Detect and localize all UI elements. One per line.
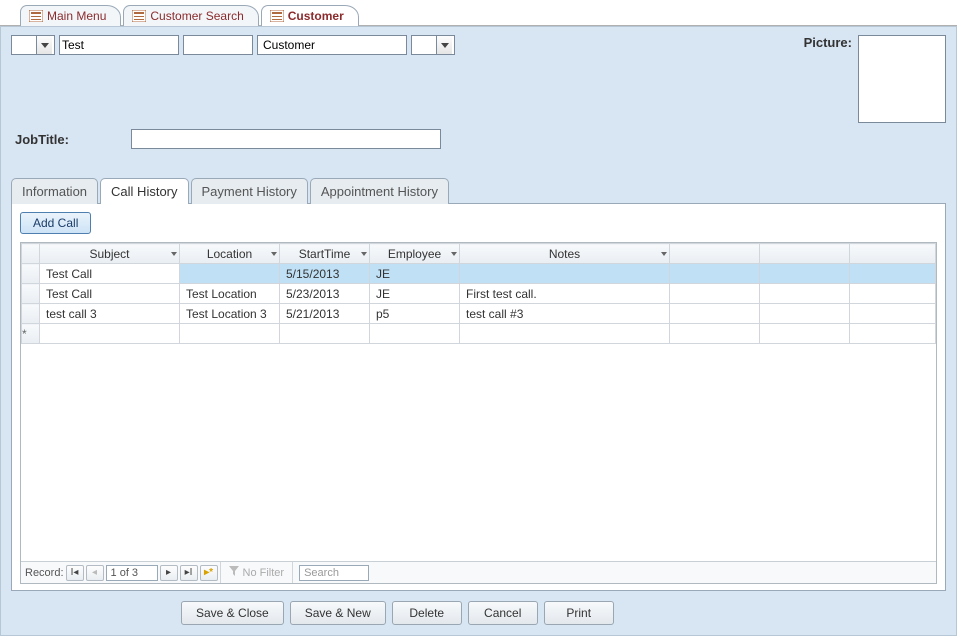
chevron-down-icon[interactable]: [36, 36, 52, 54]
detail-tab-bar: Information Call History Payment History…: [11, 177, 946, 203]
tab-customer[interactable]: Customer: [261, 5, 359, 26]
subtab-payment-history[interactable]: Payment History: [191, 178, 308, 204]
nav-first-button[interactable]: I◂: [66, 565, 84, 581]
record-position[interactable]: 1 of 3: [106, 565, 158, 581]
cell-employee[interactable]: JE: [370, 284, 460, 304]
cell-subject[interactable]: Test Call: [40, 284, 180, 304]
tab-customer-search[interactable]: Customer Search: [123, 5, 258, 26]
col-blank-3[interactable]: [850, 244, 936, 264]
cell-employee[interactable]: JE: [370, 264, 460, 284]
new-row[interactable]: [22, 324, 936, 344]
call-history-grid: Subject Location StartTime Employee Note…: [20, 242, 937, 584]
jobtitle-label: JobTitle:: [15, 132, 69, 147]
nav-next-button[interactable]: ▸: [160, 565, 178, 581]
chevron-down-icon[interactable]: [271, 252, 277, 256]
picture-box[interactable]: [858, 35, 946, 123]
jobtitle-input[interactable]: [131, 129, 441, 149]
filter-indicator[interactable]: No Filter: [220, 562, 294, 583]
last-name-input[interactable]: [260, 36, 404, 54]
record-navigator: Record: I◂ ◂ 1 of 3 ▸ ▸I ▸* No Filter Se…: [21, 561, 936, 583]
cell-starttime[interactable]: 5/23/2013: [280, 284, 370, 304]
print-button[interactable]: Print: [544, 601, 614, 625]
record-label: Record:: [25, 567, 64, 579]
nav-new-button[interactable]: ▸*: [200, 565, 218, 581]
form-icon: [29, 10, 43, 22]
tab-label: Main Menu: [47, 9, 106, 23]
picture-label: Picture:: [804, 35, 852, 50]
cell-notes[interactable]: First test call.: [460, 284, 670, 304]
row-selector[interactable]: [22, 264, 40, 284]
middle-name-input[interactable]: [183, 35, 253, 55]
cancel-button[interactable]: Cancel: [468, 601, 538, 625]
chevron-down-icon[interactable]: [661, 252, 667, 256]
select-all-header[interactable]: [22, 244, 40, 264]
name-fields: [11, 35, 455, 55]
form-icon: [270, 10, 284, 22]
col-location[interactable]: Location: [180, 244, 280, 264]
grid-header-row: Subject Location StartTime Employee Note…: [22, 244, 936, 264]
chevron-down-icon[interactable]: [436, 36, 452, 54]
cell-location[interactable]: [180, 264, 280, 284]
cell-subject[interactable]: Test Call: [40, 264, 180, 284]
col-blank-2[interactable]: [760, 244, 850, 264]
nav-last-button[interactable]: ▸I: [180, 565, 198, 581]
tab-label: Customer Search: [150, 9, 243, 23]
prefix-combo[interactable]: [11, 35, 55, 55]
last-name-combo[interactable]: [257, 35, 407, 55]
cell-notes[interactable]: test call #3: [460, 304, 670, 324]
cell-subject[interactable]: test call 3: [40, 304, 180, 324]
subtab-information[interactable]: Information: [11, 178, 98, 204]
col-subject[interactable]: Subject: [40, 244, 180, 264]
table-row[interactable]: Test Call 5/15/2013 JE: [22, 264, 936, 284]
add-call-button[interactable]: Add Call: [20, 212, 91, 234]
cell-location[interactable]: Test Location 3: [180, 304, 280, 324]
suffix-combo[interactable]: [411, 35, 455, 55]
cell-starttime[interactable]: 5/15/2013: [280, 264, 370, 284]
form-footer-buttons: Save & Close Save & New Delete Cancel Pr…: [11, 601, 946, 625]
col-blank-1[interactable]: [670, 244, 760, 264]
suffix-input[interactable]: [414, 36, 436, 54]
grid-empty-area: [21, 344, 936, 561]
chevron-down-icon[interactable]: [361, 252, 367, 256]
cell-notes[interactable]: [460, 264, 670, 284]
tab-main-menu[interactable]: Main Menu: [20, 5, 121, 26]
row-selector[interactable]: [22, 304, 40, 324]
cell-employee[interactable]: p5: [370, 304, 460, 324]
row-selector[interactable]: [22, 284, 40, 304]
save-close-button[interactable]: Save & Close: [181, 601, 284, 625]
call-history-page: Add Call Subject: [11, 203, 946, 591]
cell-location[interactable]: Test Location: [180, 284, 280, 304]
chevron-down-icon[interactable]: [451, 252, 457, 256]
table-row[interactable]: Test Call Test Location 5/23/2013 JE Fir…: [22, 284, 936, 304]
customer-form: Picture: JobTitle: Information Call Hist…: [0, 26, 957, 636]
prefix-input[interactable]: [14, 36, 36, 54]
subtab-call-history[interactable]: Call History: [100, 178, 188, 204]
form-icon: [132, 10, 146, 22]
col-starttime[interactable]: StartTime: [280, 244, 370, 264]
col-employee[interactable]: Employee: [370, 244, 460, 264]
filter-icon: [229, 566, 239, 579]
tab-label: Customer: [288, 9, 344, 23]
cell-starttime[interactable]: 5/21/2013: [280, 304, 370, 324]
document-tab-bar: Main Menu Customer Search Customer: [0, 0, 957, 26]
save-new-button[interactable]: Save & New: [290, 601, 386, 625]
subtab-appointment-history[interactable]: Appointment History: [310, 178, 449, 204]
chevron-down-icon[interactable]: [171, 252, 177, 256]
delete-button[interactable]: Delete: [392, 601, 462, 625]
nav-prev-button[interactable]: ◂: [86, 565, 104, 581]
row-selector[interactable]: [22, 324, 40, 344]
table-row[interactable]: test call 3 Test Location 3 5/21/2013 p5…: [22, 304, 936, 324]
grid-search-input[interactable]: Search: [299, 565, 369, 581]
first-name-input[interactable]: [59, 35, 179, 55]
col-notes[interactable]: Notes: [460, 244, 670, 264]
